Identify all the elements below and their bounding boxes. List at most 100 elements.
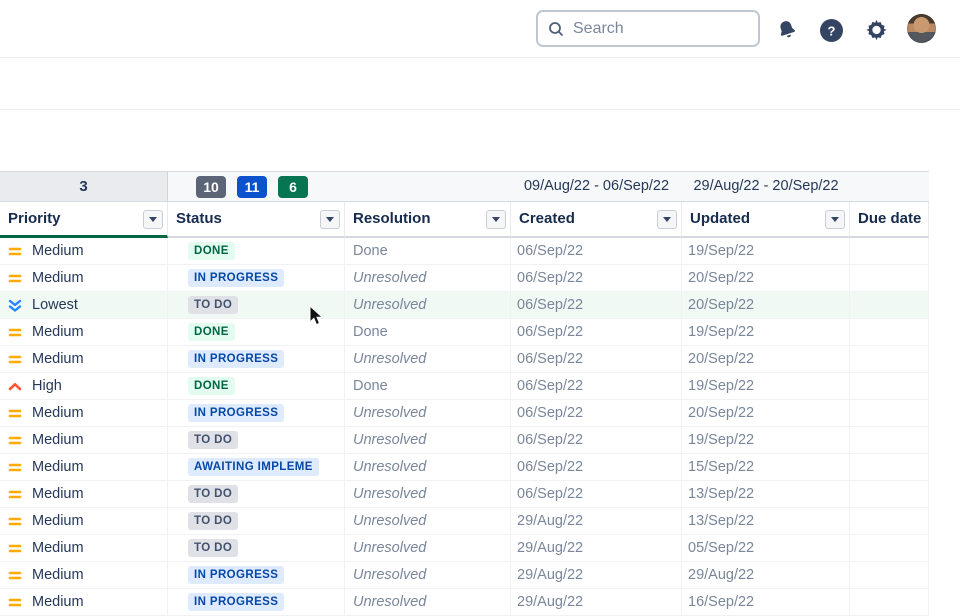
updated-cell[interactable]: 19/Sep/22: [682, 427, 850, 453]
status-cell[interactable]: DONE: [168, 319, 345, 345]
table-row[interactable]: MediumTO DOUnresolved29/Aug/2205/Sep/22: [0, 535, 929, 562]
priority-cell[interactable]: Medium: [0, 535, 168, 561]
status-cell[interactable]: IN PROGRESS: [168, 562, 345, 588]
created-cell[interactable]: 06/Sep/22: [511, 373, 682, 399]
status-cell[interactable]: IN PROGRESS: [168, 589, 345, 615]
created-cell[interactable]: 29/Aug/22: [511, 562, 682, 588]
updated-cell[interactable]: 20/Sep/22: [682, 346, 850, 372]
due-date-cell[interactable]: [850, 400, 929, 426]
status-cell[interactable]: DONE: [168, 373, 345, 399]
column-header-updated[interactable]: Updated: [682, 202, 850, 238]
table-row[interactable]: MediumIN PROGRESSUnresolved06/Sep/2220/S…: [0, 346, 929, 373]
resolution-cell[interactable]: Unresolved: [345, 346, 511, 372]
status-cell[interactable]: IN PROGRESS: [168, 400, 345, 426]
priority-cell[interactable]: Medium: [0, 238, 168, 264]
global-search-input[interactable]: [573, 20, 780, 38]
due-date-cell[interactable]: [850, 238, 929, 264]
column-filter-dropdown[interactable]: [825, 210, 845, 229]
settings-gear-icon[interactable]: [863, 17, 889, 43]
table-row[interactable]: HighDONEDone06/Sep/2219/Sep/22: [0, 373, 929, 400]
table-row[interactable]: MediumIN PROGRESSUnresolved29/Aug/2229/A…: [0, 562, 929, 589]
created-cell[interactable]: 06/Sep/22: [511, 238, 682, 264]
priority-cell[interactable]: Medium: [0, 427, 168, 453]
global-search-box[interactable]: [536, 10, 760, 47]
created-cell[interactable]: 29/Aug/22: [511, 535, 682, 561]
table-row[interactable]: MediumTO DOUnresolved29/Aug/2213/Sep/22: [0, 508, 929, 535]
due-date-cell[interactable]: [850, 346, 929, 372]
updated-cell[interactable]: 19/Sep/22: [682, 319, 850, 345]
priority-cell[interactable]: Lowest: [0, 292, 168, 318]
created-cell[interactable]: 06/Sep/22: [511, 427, 682, 453]
due-date-cell[interactable]: [850, 319, 929, 345]
table-row[interactable]: MediumDONEDone06/Sep/2219/Sep/22: [0, 319, 929, 346]
due-date-cell[interactable]: [850, 265, 929, 291]
table-row[interactable]: MediumTO DOUnresolved06/Sep/2213/Sep/22: [0, 481, 929, 508]
resolution-cell[interactable]: Unresolved: [345, 265, 511, 291]
resolution-cell[interactable]: Unresolved: [345, 589, 511, 615]
column-header-resolution[interactable]: Resolution: [345, 202, 511, 238]
table-row[interactable]: LowestTO DOUnresolved06/Sep/2220/Sep/22: [0, 292, 929, 319]
resolution-cell[interactable]: Unresolved: [345, 454, 511, 480]
due-date-cell[interactable]: [850, 373, 929, 399]
due-date-cell[interactable]: [850, 535, 929, 561]
column-header-created[interactable]: Created: [511, 202, 682, 238]
column-header-due-date[interactable]: Due date: [850, 202, 929, 238]
updated-cell[interactable]: 13/Sep/22: [682, 481, 850, 507]
due-date-cell[interactable]: [850, 589, 929, 615]
updated-cell[interactable]: 20/Sep/22: [682, 292, 850, 318]
table-row[interactable]: MediumDONEDone06/Sep/2219/Sep/22: [0, 238, 929, 265]
resolution-cell[interactable]: Unresolved: [345, 481, 511, 507]
due-date-cell[interactable]: [850, 427, 929, 453]
priority-cell[interactable]: Medium: [0, 562, 168, 588]
updated-cell[interactable]: 29/Aug/22: [682, 562, 850, 588]
due-date-cell[interactable]: [850, 292, 929, 318]
priority-cell[interactable]: High: [0, 373, 168, 399]
resolution-cell[interactable]: Unresolved: [345, 292, 511, 318]
updated-cell[interactable]: 05/Sep/22: [682, 535, 850, 561]
resolution-cell[interactable]: Done: [345, 238, 511, 264]
created-cell[interactable]: 06/Sep/22: [511, 292, 682, 318]
due-date-cell[interactable]: [850, 481, 929, 507]
resolution-cell[interactable]: Unresolved: [345, 508, 511, 534]
due-date-cell[interactable]: [850, 454, 929, 480]
resolution-cell[interactable]: Done: [345, 319, 511, 345]
status-cell[interactable]: TO DO: [168, 292, 345, 318]
updated-cell[interactable]: 16/Sep/22: [682, 589, 850, 615]
priority-cell[interactable]: Medium: [0, 481, 168, 507]
updated-cell[interactable]: 19/Sep/22: [682, 373, 850, 399]
created-cell[interactable]: 06/Sep/22: [511, 346, 682, 372]
priority-cell[interactable]: Medium: [0, 265, 168, 291]
priority-cell[interactable]: Medium: [0, 400, 168, 426]
help-icon[interactable]: ?: [818, 17, 844, 43]
table-row[interactable]: MediumIN PROGRESSUnresolved06/Sep/2220/S…: [0, 400, 929, 427]
resolution-cell[interactable]: Unresolved: [345, 427, 511, 453]
column-filter-dropdown[interactable]: [320, 210, 340, 229]
status-cell[interactable]: TO DO: [168, 535, 345, 561]
created-cell[interactable]: 06/Sep/22: [511, 454, 682, 480]
priority-cell[interactable]: Medium: [0, 346, 168, 372]
created-cell[interactable]: 06/Sep/22: [511, 265, 682, 291]
table-row[interactable]: MediumIN PROGRESSUnresolved29/Aug/2216/S…: [0, 589, 929, 616]
updated-cell[interactable]: 20/Sep/22: [682, 400, 850, 426]
created-cell[interactable]: 29/Aug/22: [511, 589, 682, 615]
updated-cell[interactable]: 20/Sep/22: [682, 265, 850, 291]
column-filter-dropdown[interactable]: [143, 210, 163, 229]
status-cell[interactable]: IN PROGRESS: [168, 265, 345, 291]
created-cell[interactable]: 06/Sep/22: [511, 481, 682, 507]
status-cell[interactable]: TO DO: [168, 481, 345, 507]
resolution-cell[interactable]: Done: [345, 373, 511, 399]
resolution-cell[interactable]: Unresolved: [345, 535, 511, 561]
table-row[interactable]: MediumTO DOUnresolved06/Sep/2219/Sep/22: [0, 427, 929, 454]
status-cell[interactable]: DONE: [168, 238, 345, 264]
table-row[interactable]: MediumIN PROGRESSUnresolved06/Sep/2220/S…: [0, 265, 929, 292]
priority-cell[interactable]: Medium: [0, 454, 168, 480]
updated-cell[interactable]: 19/Sep/22: [682, 238, 850, 264]
priority-cell[interactable]: Medium: [0, 589, 168, 615]
column-filter-dropdown[interactable]: [657, 210, 677, 229]
resolution-cell[interactable]: Unresolved: [345, 400, 511, 426]
status-cell[interactable]: IN PROGRESS: [168, 346, 345, 372]
status-cell[interactable]: AWAITING IMPLEME: [168, 454, 345, 480]
column-header-status[interactable]: Status: [168, 202, 345, 238]
created-cell[interactable]: 06/Sep/22: [511, 319, 682, 345]
updated-cell[interactable]: 13/Sep/22: [682, 508, 850, 534]
